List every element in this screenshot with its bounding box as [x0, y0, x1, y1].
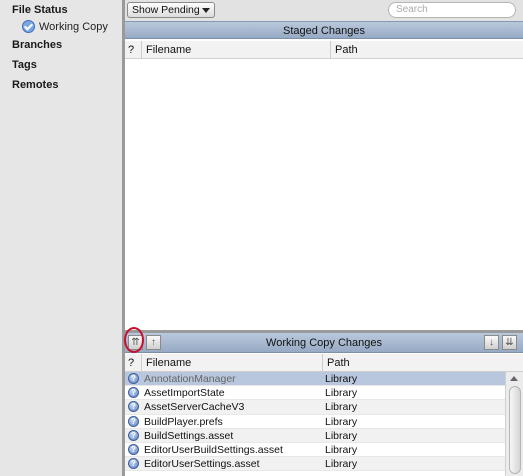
row-filename: EditorUserBuildSettings.asset — [144, 443, 283, 456]
table-row[interactable]: ? AnnotationManager Library — [125, 372, 505, 387]
unstage-selected-button[interactable]: ↓ — [484, 335, 499, 350]
table-row[interactable]: ? EditorUserBuildSettings.asset Library — [125, 442, 505, 458]
column-divider — [322, 354, 323, 372]
sidebar-item-branches[interactable]: Branches — [12, 39, 62, 51]
search-input[interactable]: Search — [388, 2, 516, 18]
chevron-down-icon — [202, 8, 210, 13]
table-row[interactable]: ? AssetServerCacheV3 Library — [125, 400, 505, 415]
sidebar-item-label: Working Copy — [39, 20, 108, 33]
question-icon: ? — [128, 387, 139, 399]
table-row[interactable]: ? BuildSettings.asset Library — [125, 428, 505, 443]
down-arrow-icon: ↓ — [489, 337, 494, 348]
highlight-annotation — [124, 327, 144, 353]
question-icon: ? — [128, 443, 139, 455]
row-path: Library — [325, 387, 358, 400]
vertical-scrollbar[interactable] — [505, 372, 523, 476]
row-filename: AnnotationManager — [144, 373, 236, 385]
column-divider — [141, 354, 142, 372]
scrollbar-thumb[interactable] — [509, 386, 521, 474]
row-path: Library — [325, 443, 358, 456]
stage-selected-button[interactable]: ↑ — [146, 335, 161, 350]
row-filename: AssetServerCacheV3 — [144, 401, 245, 414]
checkmark-icon — [22, 20, 35, 33]
staged-changes-header: Staged Changes — [125, 21, 523, 39]
row-path: Library — [325, 401, 358, 414]
table-row[interactable]: ? EditorUserSettings.asset Library — [125, 457, 505, 472]
row-path: Library — [325, 429, 358, 442]
staged-file-list[interactable] — [125, 62, 523, 330]
stage-selected-icon: ↑ — [151, 337, 156, 348]
column-divider — [141, 41, 142, 59]
unstage-all-button[interactable]: ⇊ — [502, 335, 517, 350]
column-path[interactable]: Path — [327, 354, 350, 372]
question-icon: ? — [128, 401, 139, 413]
double-down-arrow-icon: ⇊ — [505, 337, 514, 348]
working-column-header: ? Filename Path — [125, 354, 523, 372]
table-row[interactable]: ? BuildPlayer.prefs Library — [125, 414, 505, 429]
question-icon: ? — [128, 458, 139, 470]
sidebar: File Status Working Copy Branches Tags R… — [0, 0, 122, 476]
sidebar-item-remotes[interactable]: Remotes — [12, 79, 58, 91]
row-filename: BuildPlayer.prefs — [144, 415, 223, 428]
column-status[interactable]: ? — [128, 354, 134, 372]
toolbar: Show Pending Search — [125, 0, 523, 22]
row-filename: EditorUserSettings.asset — [144, 458, 260, 471]
column-divider — [330, 41, 331, 59]
row-filename: AssetImportState — [144, 387, 225, 400]
row-path: Library — [325, 458, 358, 471]
column-status[interactable]: ? — [128, 41, 134, 59]
staged-column-header: ? Filename Path — [125, 41, 523, 59]
working-copy-header: Working Copy Changes ⇈ ↑ ↓ ⇊ — [125, 333, 523, 353]
table-row[interactable]: ? AssetImportState Library — [125, 386, 505, 401]
sidebar-item-working-copy[interactable]: Working Copy — [22, 20, 108, 33]
sidebar-item-tags[interactable]: Tags — [12, 59, 37, 71]
column-filename[interactable]: Filename — [146, 41, 191, 59]
row-path: Library — [325, 415, 358, 428]
filter-dropdown[interactable]: Show Pending — [127, 2, 215, 18]
question-icon: ? — [128, 415, 139, 427]
question-icon: ? — [128, 429, 139, 441]
row-path: Library — [325, 373, 358, 385]
scroll-up-icon[interactable] — [510, 376, 518, 381]
row-filename: BuildSettings.asset — [144, 429, 234, 442]
working-copy-title: Working Copy Changes — [266, 337, 382, 349]
filter-dropdown-value: Show Pending — [132, 4, 200, 16]
question-icon: ? — [128, 373, 139, 384]
column-path[interactable]: Path — [335, 41, 358, 59]
column-filename[interactable]: Filename — [146, 354, 191, 372]
sidebar-item-file-status[interactable]: File Status — [12, 4, 68, 16]
working-file-list: ? AnnotationManager Library ? AssetImpor… — [125, 372, 505, 472]
